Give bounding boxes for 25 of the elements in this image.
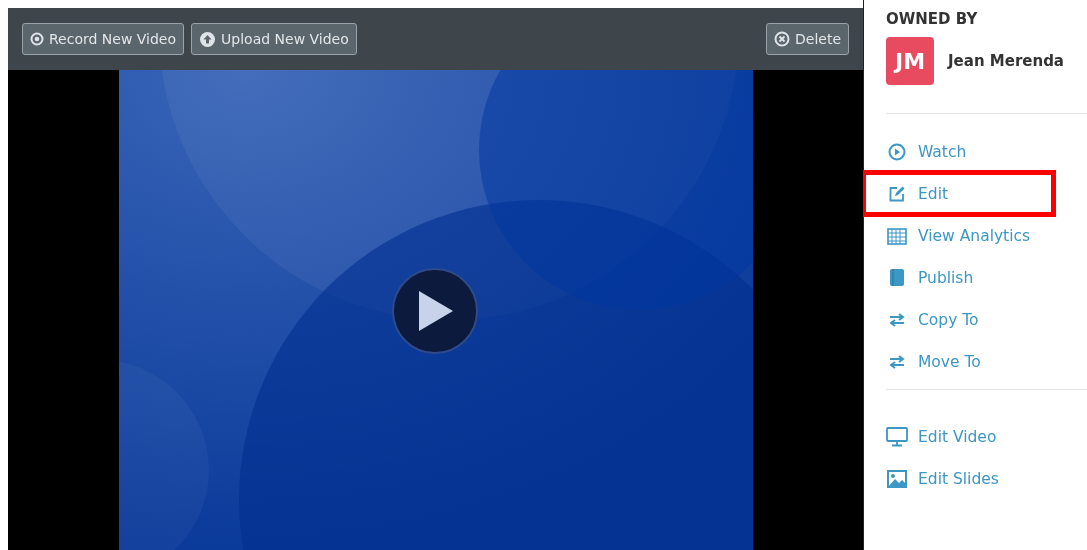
play-circle-icon (888, 142, 906, 161)
image-icon (887, 469, 907, 488)
action-link[interactable]: Copy To (886, 306, 1036, 333)
action-link[interactable]: Watch (886, 138, 1036, 165)
monitor-icon (886, 426, 908, 447)
delete-button[interactable]: Delete (766, 23, 849, 55)
action-link[interactable]: Edit Video (886, 423, 1036, 450)
owner-name: Jean Merenda (948, 52, 1064, 70)
swap-arrows-icon (888, 311, 906, 328)
toolbar-button[interactable]: Upload New Video (191, 23, 357, 55)
upload-icon (199, 30, 217, 48)
toolbar-button[interactable]: Record New Video (22, 23, 185, 55)
record-icon (30, 32, 44, 46)
action-link[interactable]: Edit Slides (886, 465, 1036, 492)
swap-arrows-icon (888, 353, 906, 370)
edit-icon (888, 184, 906, 203)
book-icon (889, 268, 905, 287)
calendar-icon (887, 226, 907, 245)
action-link[interactable]: Publish (886, 264, 1036, 291)
close-icon (774, 31, 790, 47)
action-link[interactable]: Edit (866, 175, 1051, 212)
action-link[interactable]: View Analytics (886, 222, 1036, 249)
action-link[interactable]: Move To (886, 348, 1036, 375)
section-heading: OWNED BY (886, 10, 979, 28)
avatar: JM (886, 37, 934, 85)
